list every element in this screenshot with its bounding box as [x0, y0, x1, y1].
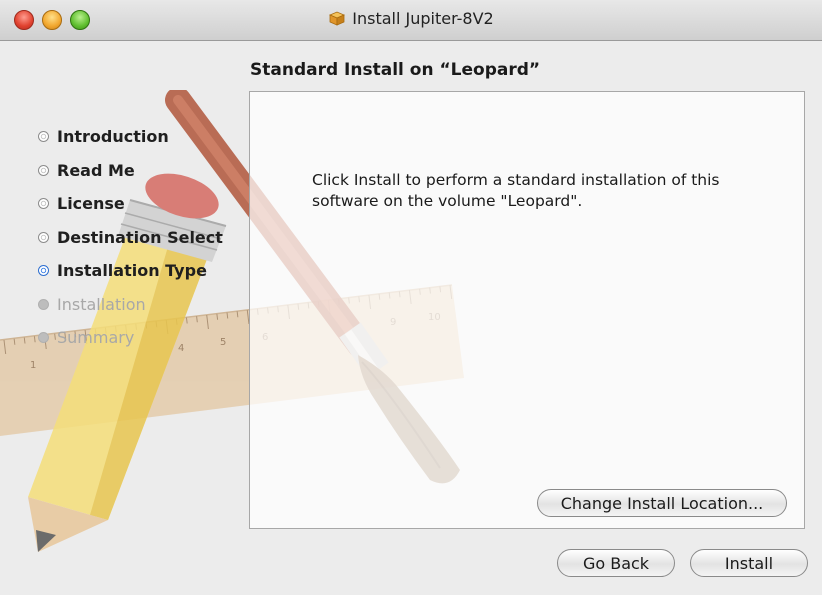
title-bar[interactable]: Install Jupiter-8V2: [0, 0, 822, 41]
step-bullet-icon: [38, 164, 49, 176]
step-bullet-icon: [38, 131, 49, 143]
installer-window: Install Jupiter-8V2 Standard Install on …: [0, 0, 822, 595]
ruler-number: 1: [30, 360, 36, 371]
step-destination-select: Destination Select: [38, 221, 223, 255]
step-bullet-icon: [38, 298, 49, 310]
go-back-button[interactable]: Go Back: [557, 549, 675, 577]
window-title-text: Install Jupiter-8V2: [352, 9, 494, 28]
step-bullet-icon: [38, 231, 49, 243]
install-message: Click Install to perform a standard inst…: [312, 171, 720, 210]
window-title: Install Jupiter-8V2: [0, 9, 822, 28]
content-panel: Click Install to perform a standard inst…: [249, 91, 805, 529]
step-introduction: Introduction: [38, 120, 223, 154]
install-steps-list: Introduction Read Me License Destination…: [38, 120, 223, 355]
step-license: License: [38, 187, 223, 221]
package-icon: [328, 10, 346, 26]
step-installation-type: Installation Type: [38, 254, 223, 288]
page-heading: Standard Install on “Leopard”: [250, 60, 541, 80]
step-installation: Installation: [38, 288, 223, 322]
step-bullet-icon: [38, 265, 49, 277]
change-install-location-button[interactable]: Change Install Location...: [537, 489, 787, 517]
step-bullet-icon: [38, 198, 49, 210]
install-button[interactable]: Install: [690, 549, 808, 577]
step-summary: Summary: [38, 321, 223, 355]
step-read-me: Read Me: [38, 154, 223, 188]
step-bullet-icon: [38, 332, 49, 344]
